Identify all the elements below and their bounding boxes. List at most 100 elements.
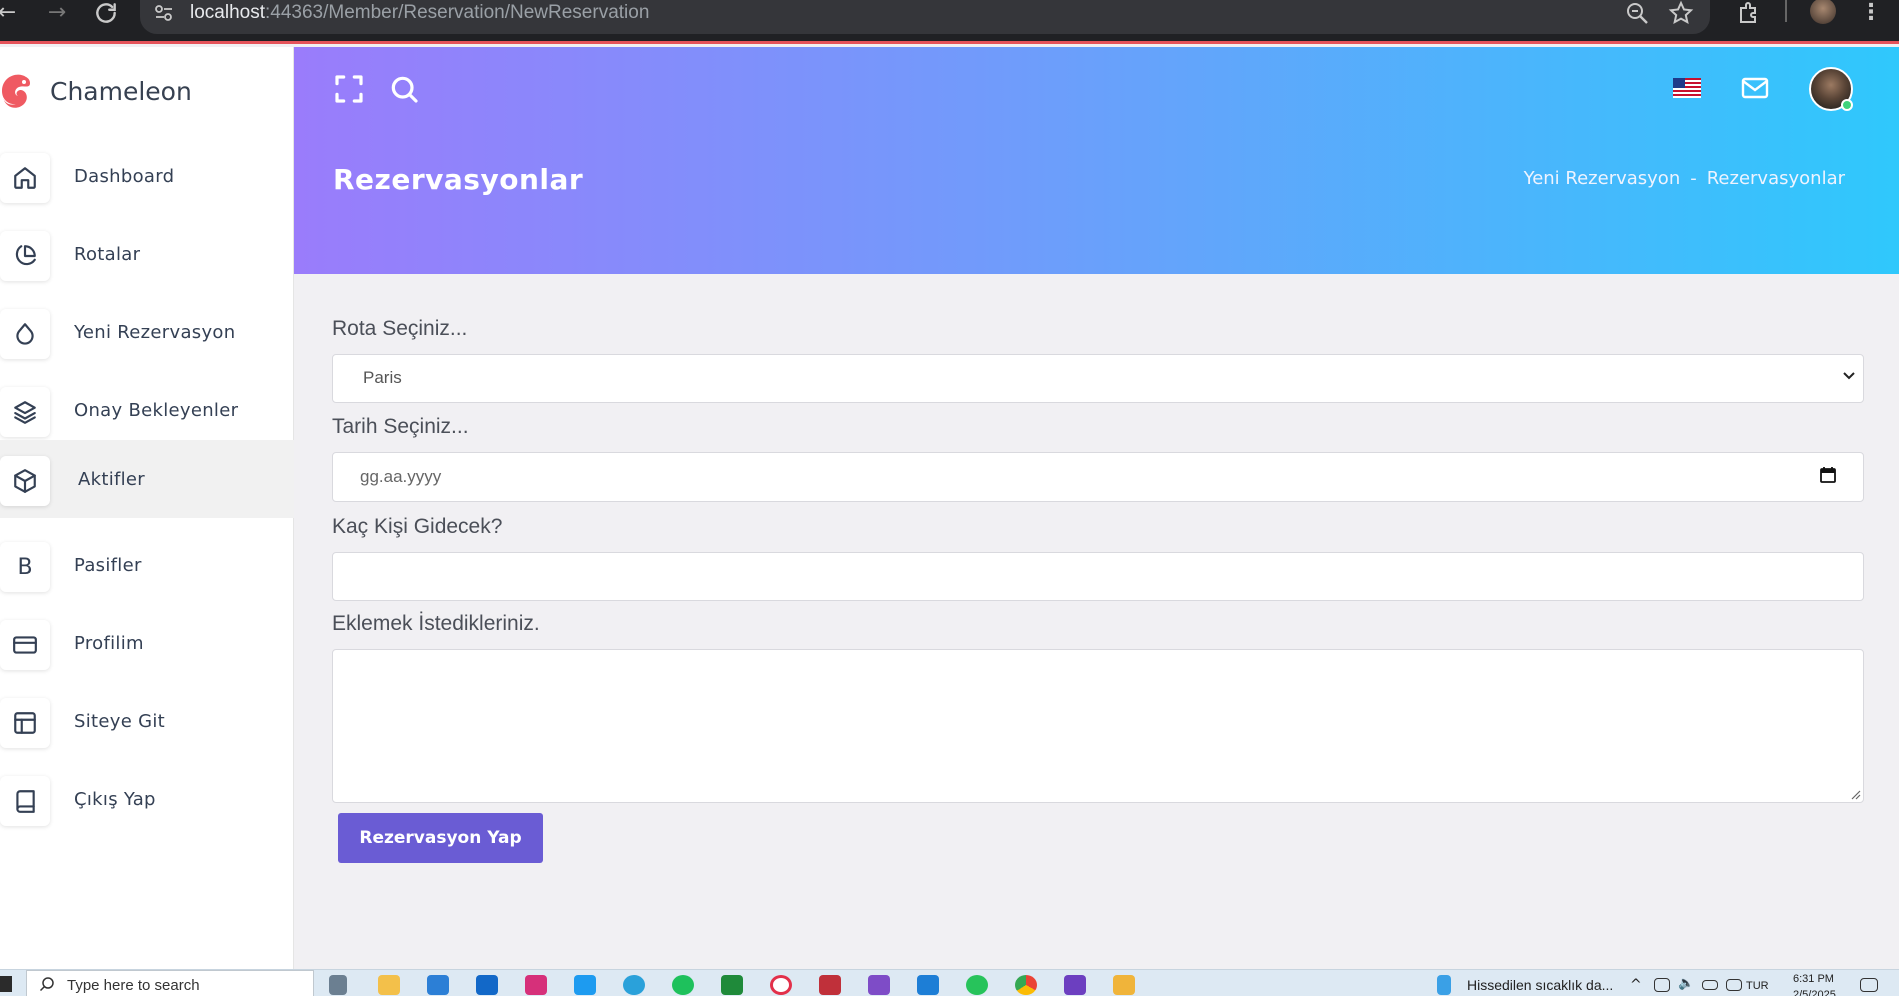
whatsapp-icon[interactable] <box>966 975 988 995</box>
route-label: Rota Seçiniz... <box>332 317 468 340</box>
brand[interactable]: Chameleon <box>0 67 294 117</box>
bold-b-glyph: B <box>17 554 33 580</box>
notes-label: Eklemek İstedikleriniz. <box>332 612 540 635</box>
route-select[interactable]: Paris <box>332 354 1864 403</box>
sidebar-item-yeni-rezervasyon[interactable]: Yeni Rezervasyon <box>0 295 294 373</box>
spotify-icon[interactable] <box>672 975 694 995</box>
url-text: localhost:44363/Member/Reservation/NewRe… <box>190 2 649 24</box>
instagram-icon[interactable] <box>525 975 547 995</box>
twitter-icon[interactable] <box>574 975 596 995</box>
volume-icon[interactable]: 🔈 <box>1678 976 1694 991</box>
page-header: Rezervasyonlar Yeni Rezervasyon - Rezervas… <box>294 47 1899 274</box>
sidebar-item-profilim[interactable]: Profilim <box>0 606 294 684</box>
sidebar-item-rotalar[interactable]: Rotalar <box>0 217 294 295</box>
resize-handle-icon[interactable] <box>1849 788 1861 800</box>
tray-chevron-icon[interactable]: ^ <box>1630 977 1642 993</box>
notes-textarea[interactable] <box>332 649 1864 803</box>
app-2-icon[interactable] <box>1113 975 1135 995</box>
fullscreen-icon[interactable] <box>333 73 365 105</box>
sidebar-item-label: Onay Bekleyenler <box>74 400 239 421</box>
sidebar-item-label: Yeni Rezervasyon <box>74 322 236 343</box>
page-load-bar <box>0 41 1899 44</box>
breadcrumb-item[interactable]: Yeni Rezervasyon <box>1524 168 1681 189</box>
us-flag-icon[interactable] <box>1673 78 1701 98</box>
sidebar-item-pasifler[interactable]: B Pasifler <box>0 528 294 606</box>
bookmark-star-icon[interactable] <box>1667 0 1695 26</box>
brand-name: Chameleon <box>50 77 192 106</box>
telegram-icon[interactable] <box>623 975 645 995</box>
people-count-input[interactable] <box>332 552 1864 601</box>
avatar[interactable] <box>1809 67 1853 111</box>
breadcrumb-separator: - <box>1690 168 1697 189</box>
file-explorer-icon[interactable] <box>378 975 400 995</box>
vscode-icon[interactable] <box>917 975 939 995</box>
opera-icon[interactable] <box>770 975 792 995</box>
date-input[interactable]: gg.aa.yyyy <box>332 452 1864 502</box>
sidebar-item-cikis-yap[interactable]: Çıkış Yap <box>0 762 294 840</box>
sidebar-item-label: Siteye Git <box>74 711 166 732</box>
site-settings-icon[interactable] <box>154 4 174 22</box>
taskbar-search-placeholder: Type here to search <box>67 977 200 994</box>
notifications-icon[interactable] <box>1860 978 1878 992</box>
battery-icon[interactable] <box>1702 980 1718 990</box>
layers-icon <box>0 387 50 437</box>
visual-studio-2-icon[interactable] <box>1064 975 1086 995</box>
date-placeholder: gg.aa.yyyy <box>360 467 442 486</box>
back-icon[interactable]: ← <box>0 0 20 26</box>
browser-menu-icon[interactable]: ⋮ <box>1858 0 1884 26</box>
tray-network-icon[interactable] <box>1654 978 1670 992</box>
route-select-value: Paris <box>363 368 402 387</box>
chameleon-logo-icon <box>2 74 30 108</box>
forward-icon[interactable]: → <box>44 0 70 26</box>
zoom-icon[interactable] <box>1624 0 1652 26</box>
bold-b-icon: B <box>0 542 50 592</box>
home-icon <box>0 153 50 203</box>
mail-icon[interactable] <box>1739 73 1771 103</box>
weather-text[interactable]: Hissedilen sıcaklık da... <box>1467 977 1613 993</box>
input-language[interactable]: TUR <box>1746 980 1769 992</box>
url-path: :44363/Member/Reservation/NewReservation <box>265 2 650 23</box>
task-view-icon[interactable] <box>329 975 347 995</box>
reload-icon[interactable] <box>93 0 119 26</box>
page-title: Rezervasyonlar <box>333 163 584 196</box>
search-icon[interactable] <box>388 73 420 105</box>
visual-studio-icon[interactable] <box>868 975 890 995</box>
taskbar-search[interactable]: Type here to search <box>26 970 314 996</box>
xbox-icon[interactable] <box>721 975 743 995</box>
box-icon <box>0 456 50 506</box>
chrome-icon[interactable] <box>1015 975 1037 995</box>
date-label: Tarih Seçiniz... <box>332 415 469 438</box>
sidebar-item-label: Rotalar <box>74 244 141 265</box>
sidebar-item-label: Profilim <box>74 633 144 654</box>
outlook-icon[interactable] <box>476 975 498 995</box>
sidebar-item-siteye-git[interactable]: Siteye Git <box>0 684 294 762</box>
address-bar[interactable]: localhost:44363/Member/Reservation/NewRe… <box>140 0 1710 34</box>
display-icon[interactable] <box>1726 979 1742 991</box>
sidebar-item-label: Çıkış Yap <box>74 789 156 810</box>
layout-icon <box>0 698 50 748</box>
sidebar-item-label: Aktifler <box>78 469 146 490</box>
app-icon[interactable] <box>819 975 841 995</box>
clock-date: 2/5/2025 <box>1793 989 1836 996</box>
credit-card-icon <box>0 620 50 670</box>
book-icon <box>0 776 50 826</box>
submit-reservation-button[interactable]: Rezervasyon Yap <box>338 813 543 863</box>
url-host: localhost <box>190 2 265 23</box>
online-status-dot <box>1841 99 1853 111</box>
clock-time: 6:31 PM <box>1793 973 1834 985</box>
droplet-icon <box>0 309 50 359</box>
windows-start-icon[interactable] <box>0 976 12 992</box>
calendar-icon[interactable] <box>1819 466 1837 484</box>
profile-avatar-icon[interactable] <box>1810 0 1836 24</box>
weather-icon[interactable] <box>1437 975 1451 995</box>
chevron-down-icon <box>1843 372 1855 380</box>
extensions-icon[interactable] <box>1735 0 1763 26</box>
clock[interactable]: 6:31 PM 2/5/2025 <box>1793 971 1836 996</box>
breadcrumb-item: Rezervasyonlar <box>1706 168 1845 189</box>
sidebar-item-aktifler[interactable]: Aktifler <box>0 440 294 518</box>
pie-chart-icon <box>0 231 50 281</box>
store-icon[interactable] <box>427 975 449 995</box>
taskbar: Type here to search Hissedilen sıcaklık … <box>0 969 1899 996</box>
browser-toolbar: ← → localhost:44363/Member/Reservation/N… <box>0 0 1899 44</box>
sidebar-item-dashboard[interactable]: Dashboard <box>0 139 294 217</box>
